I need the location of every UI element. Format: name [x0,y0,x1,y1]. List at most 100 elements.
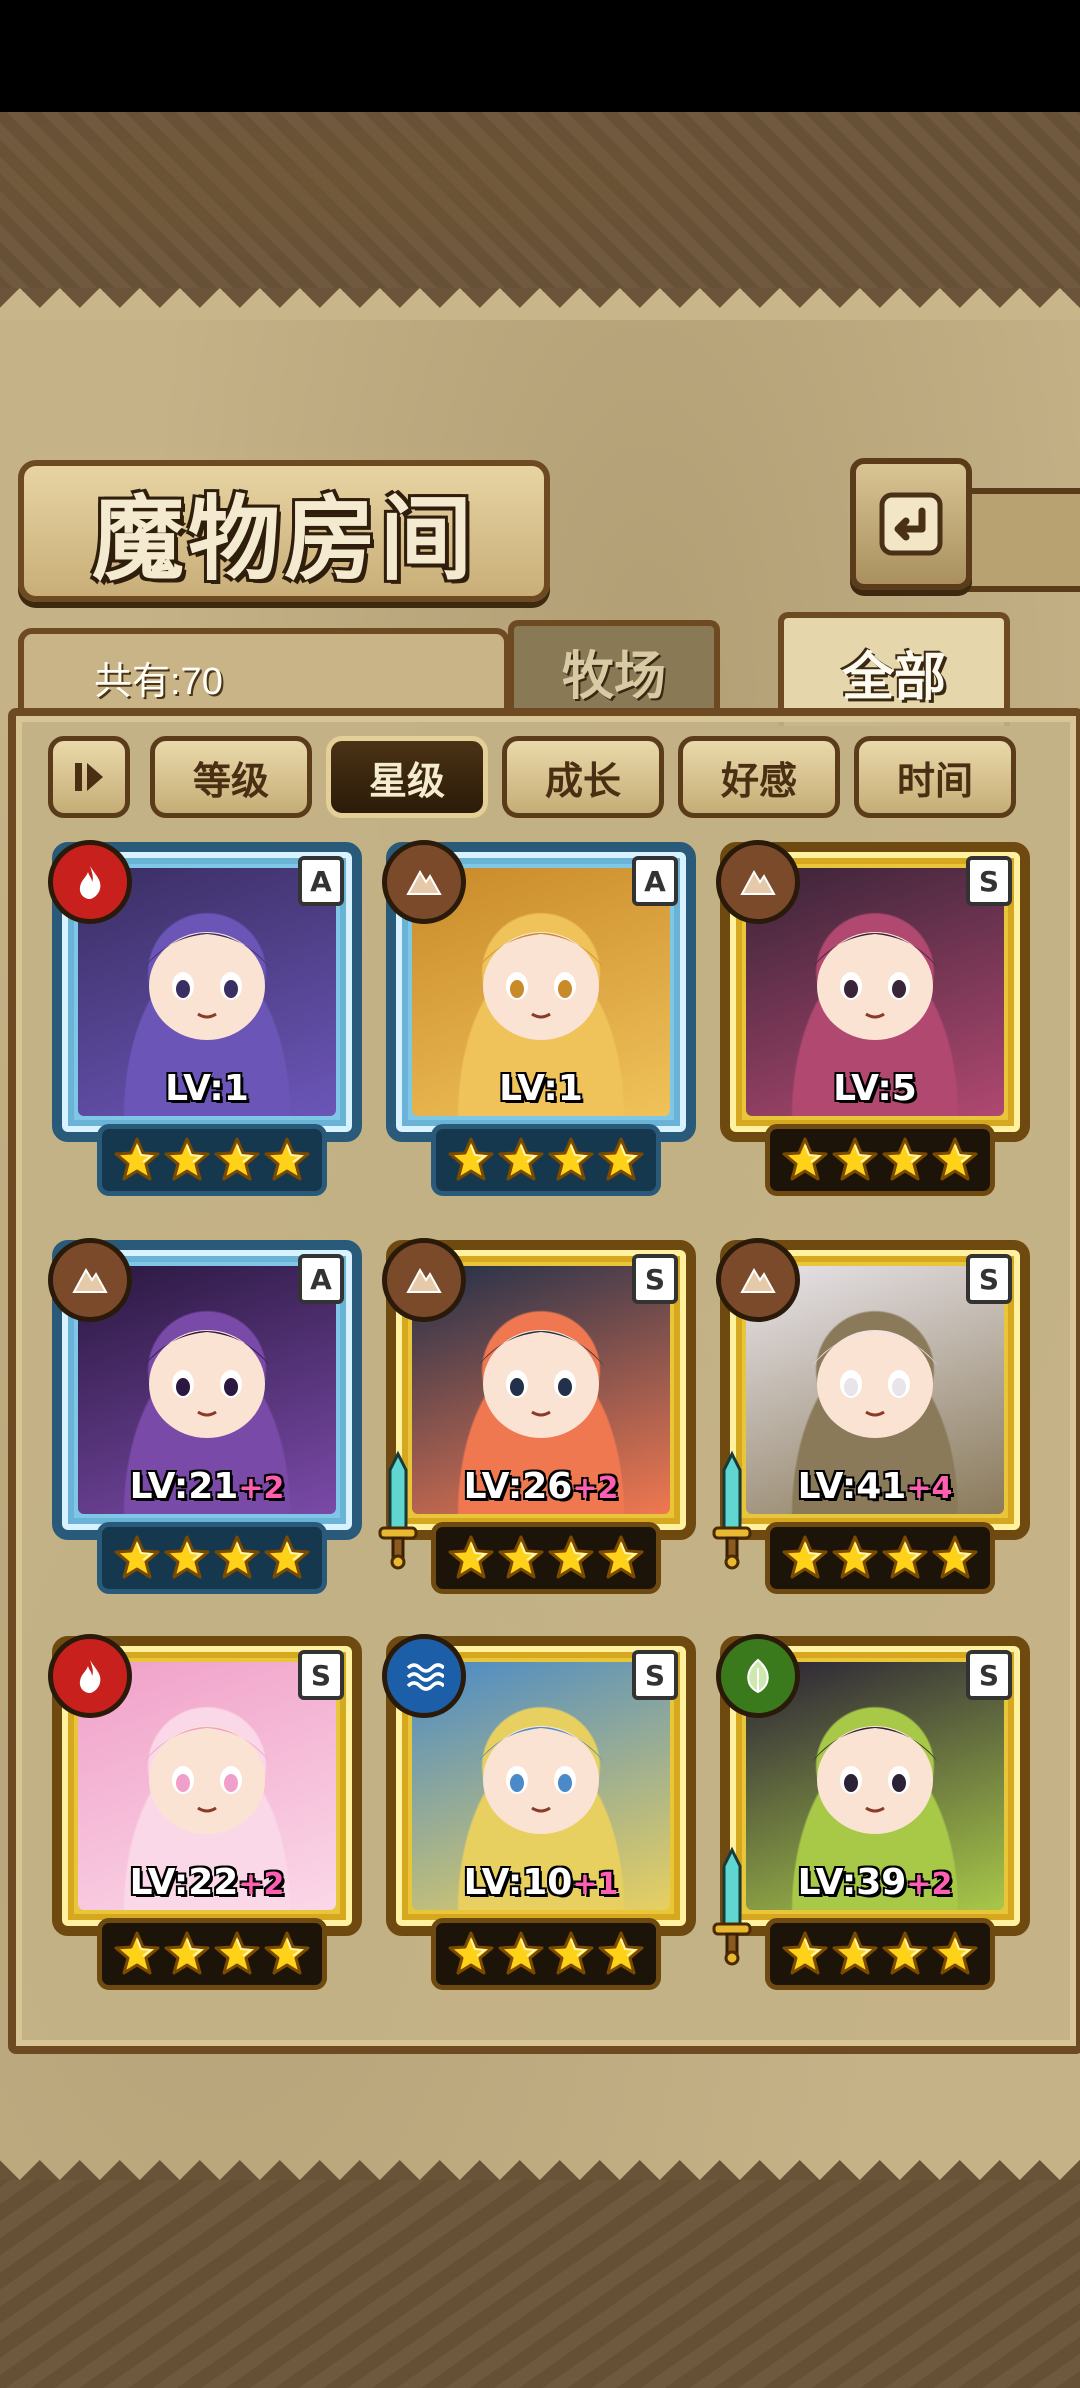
star-icon [214,1931,260,1975]
star-icon [498,1931,544,1975]
fire-element-icon [48,1634,132,1718]
star-rating [765,1124,995,1196]
star-rating [765,1918,995,1990]
title-plate: 魔物房间 [18,460,550,602]
monster-level: LV:5 [720,1068,1030,1109]
star-rating [431,1124,661,1196]
filter-star[interactable]: 星级 [326,736,488,818]
enhance-bonus: +2 [238,1867,285,1902]
star-rating [97,1522,327,1594]
monster-level: LV:26+2 [386,1466,696,1507]
monster-card[interactable]: S LV:26+2 [378,1238,696,1594]
fire-element-icon [48,840,132,924]
star-icon [264,1931,310,1975]
star-icon [548,1931,594,1975]
monster-count: 共有:70 [94,661,223,703]
level-value: LV:21 [129,1466,239,1507]
star-icon [164,1931,210,1975]
sort-toggle-icon [75,763,103,791]
level-value: LV:10 [463,1862,573,1903]
earth-element-icon [716,1238,800,1322]
star-icon [114,1931,160,1975]
star-icon [448,1137,494,1181]
level-value: LV:5 [833,1068,917,1109]
rarity-badge: S [298,1650,344,1700]
monster-card[interactable]: S LV:10+1 [382,1634,696,1990]
level-value: LV:1 [499,1068,583,1109]
enhance-bonus: +2 [572,1471,619,1506]
torn-edge-bottom [0,2140,1080,2180]
star-icon [782,1535,828,1579]
rarity-badge: S [632,1254,678,1304]
star-icon [932,1931,978,1975]
monster-level: LV:39+2 [720,1862,1030,1903]
star-icon [448,1931,494,1975]
monster-card[interactable]: A LV:21+2 [48,1238,362,1594]
star-icon [882,1535,928,1579]
earth-element-icon [48,1238,132,1322]
star-icon [114,1137,160,1181]
star-icon [832,1535,878,1579]
star-icon [598,1535,644,1579]
monster-count-bar: 共有:70 [18,628,510,720]
star-icon [882,1931,928,1975]
level-value: LV:26 [463,1466,573,1507]
star-icon [214,1137,260,1181]
star-icon [832,1931,878,1975]
star-icon [832,1137,878,1181]
rarity-badge: S [966,856,1012,906]
monster-card[interactable]: S LV:5 [716,840,1030,1196]
tab-pasture[interactable]: 牧场 [508,620,720,716]
star-icon [932,1137,978,1181]
star-icon [598,1137,644,1181]
star-icon [498,1535,544,1579]
star-icon [164,1535,210,1579]
monster-level: LV:22+2 [52,1862,362,1903]
level-value: LV:39 [797,1862,907,1903]
star-rating [431,1522,661,1594]
filter-affection[interactable]: 好感 [678,736,840,818]
earth-element-icon [382,1238,466,1322]
sword-icon [378,1450,418,1570]
back-button[interactable] [850,458,972,590]
water-element-icon [382,1634,466,1718]
monster-level: LV:41+4 [720,1466,1030,1507]
star-icon [264,1535,310,1579]
filter-level[interactable]: 等级 [150,736,312,818]
star-rating [97,1124,327,1196]
rarity-badge: S [966,1254,1012,1304]
monster-card[interactable]: S LV:22+2 [48,1634,362,1990]
star-icon [782,1137,828,1181]
monster-card[interactable]: S LV:41+4 [712,1238,1030,1594]
monster-card[interactable]: S LV:39+2 [712,1634,1030,1990]
star-rating [431,1918,661,1990]
filter-time[interactable]: 时间 [854,736,1016,818]
sort-order-button[interactable] [48,736,130,818]
wood-element-icon [716,1634,800,1718]
earth-element-icon [716,840,800,924]
monster-level: LV:10+1 [386,1862,696,1903]
star-rating [97,1918,327,1990]
level-value: LV:1 [165,1068,249,1109]
star-icon [164,1137,210,1181]
star-icon [214,1535,260,1579]
star-icon [882,1137,928,1181]
enhance-bonus: +2 [238,1471,285,1506]
enhance-bonus: +2 [906,1867,953,1902]
level-value: LV:22 [129,1862,239,1903]
rarity-badge: S [632,1650,678,1700]
back-plate-extension [960,488,1080,592]
star-icon [598,1931,644,1975]
filter-growth[interactable]: 成长 [502,736,664,818]
earth-element-icon [382,840,466,924]
status-bar [0,0,1080,112]
back-arrow-icon [879,492,943,556]
page-title: 魔物房间 [91,484,476,593]
monster-card[interactable]: A LV:1 [48,840,362,1196]
star-icon [548,1137,594,1181]
monster-card[interactable]: A LV:1 [382,840,696,1196]
level-value: LV:41 [797,1466,907,1507]
monster-level: LV:21+2 [52,1466,362,1507]
star-icon [114,1535,160,1579]
map-background-top [0,112,1080,292]
